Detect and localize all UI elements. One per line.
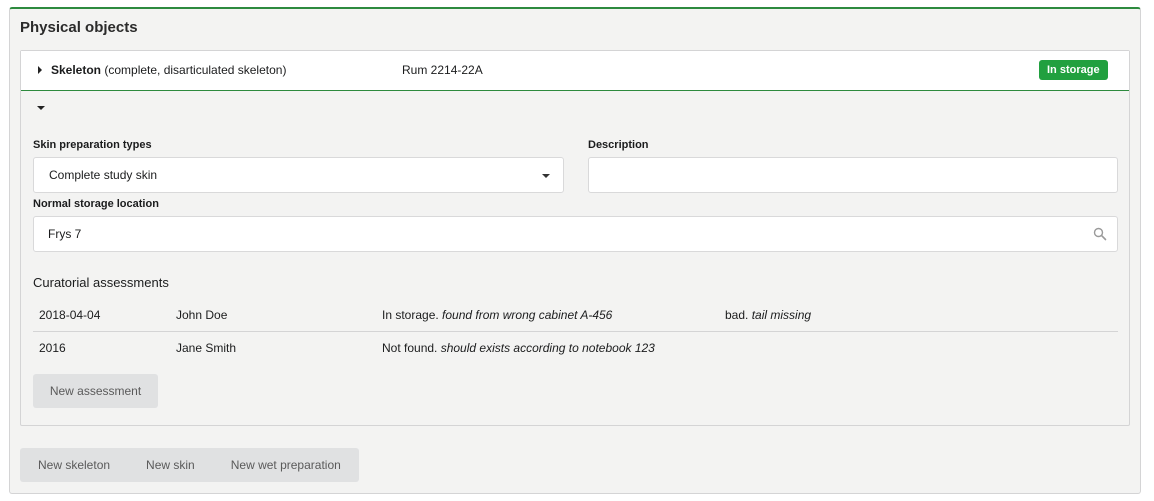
physical-object-card: Skeleton (complete, disarticulated skele… xyxy=(20,50,1130,426)
prep-types-label: Skin preparation types xyxy=(33,139,152,151)
physical-object-header[interactable]: Skeleton (complete, disarticulated skele… xyxy=(21,51,1129,91)
new-wet-preparation-button[interactable]: New wet preparation xyxy=(213,448,359,482)
object-type-label: Skeleton xyxy=(51,63,102,77)
assessment-condition-text: bad. xyxy=(725,308,749,322)
description-input[interactable] xyxy=(588,157,1118,193)
search-icon[interactable] xyxy=(1093,227,1107,241)
panel-title: Physical objects xyxy=(20,19,138,36)
storage-location-value: Frys 7 xyxy=(48,227,82,241)
assessment-date: 2018-04-04 xyxy=(39,308,101,322)
assessment-status-note: found from wrong cabinet A-456 xyxy=(438,308,613,322)
object-name: Skeleton (complete, disarticulated skele… xyxy=(51,63,286,77)
curatorial-assessments-title: Curatorial assessments xyxy=(33,275,169,290)
assessment-status-note: should exists according to notebook 123 xyxy=(437,341,655,355)
chevron-down-icon[interactable] xyxy=(542,174,550,178)
prep-types-dropdown[interactable]: Complete study skin xyxy=(33,157,564,193)
assessment-agent: Jane Smith xyxy=(176,341,237,355)
assessment-status: Not found. should exists according to no… xyxy=(382,341,655,355)
new-skin-button[interactable]: New skin xyxy=(128,448,213,482)
assessment-status-text: Not found. xyxy=(382,341,438,355)
new-assessment-button[interactable]: New assessment xyxy=(33,374,158,408)
assessment-condition: bad. tail missing xyxy=(725,308,811,322)
physical-objects-panel: Physical objects Skeleton (complete, dis… xyxy=(9,7,1141,494)
caret-down-icon[interactable] xyxy=(37,106,45,110)
assessment-status: In storage. found from wrong cabinet A-4… xyxy=(382,308,612,322)
storage-location-label: Normal storage location xyxy=(33,198,159,210)
assessment-date: 2016 xyxy=(39,341,66,355)
new-skeleton-button[interactable]: New skeleton xyxy=(20,448,128,482)
assessment-status-text: In storage. xyxy=(382,308,439,322)
caret-right-icon[interactable] xyxy=(38,66,42,74)
assessment-row: 2018-04-04 John Doe In storage. found fr… xyxy=(33,299,1118,331)
status-badge: In storage xyxy=(1039,60,1108,80)
object-type-detail: (complete, disarticulated skeleton) xyxy=(101,63,287,77)
assessment-condition-note: tail missing xyxy=(748,308,812,322)
object-location: Rum 2214-22A xyxy=(402,63,483,77)
description-label: Description xyxy=(588,139,649,151)
assessment-agent: John Doe xyxy=(176,308,228,322)
assessment-row: 2016 Jane Smith Not found. should exists… xyxy=(33,332,1118,364)
storage-location-input[interactable]: Frys 7 xyxy=(33,216,1118,252)
new-object-button-group: New skeleton New skin New wet preparatio… xyxy=(20,448,359,482)
prep-types-value: Complete study skin xyxy=(49,168,158,182)
